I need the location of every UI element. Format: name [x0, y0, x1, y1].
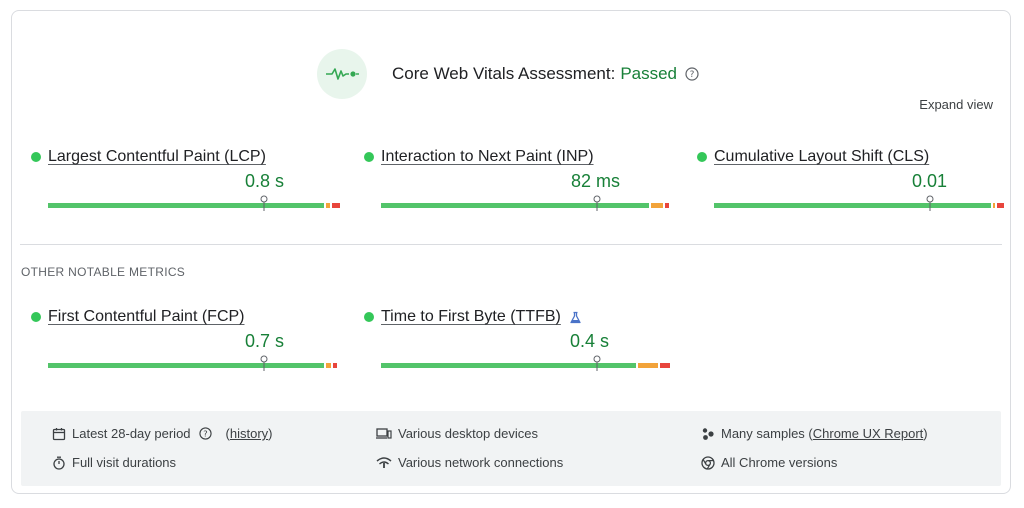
history-link[interactable]: history — [230, 426, 268, 441]
metric-value-ttfb: 0.4 s — [570, 331, 610, 351]
metric-ttfb: Time to First Byte (TTFB) 0.4 s — [364, 306, 674, 376]
bar-needs-improvement-segment — [651, 203, 663, 208]
good-status-dot — [364, 312, 374, 322]
other-metrics-heading: OTHER NOTABLE METRICS — [21, 265, 186, 279]
wifi-icon — [376, 456, 392, 468]
metric-inp: Interaction to Next Paint (INP) 82 ms — [364, 146, 674, 216]
metric-value-fcp: 0.7 s — [245, 331, 285, 351]
pulse-icon — [317, 49, 367, 99]
bar-poor-segment — [665, 203, 669, 208]
good-status-dot — [31, 312, 41, 322]
bar-needs-improvement-segment — [638, 363, 658, 368]
visit-duration: Full visit durations — [52, 455, 176, 470]
device-type: Various desktop devices — [376, 426, 538, 441]
bar-good-segment — [381, 203, 649, 208]
distribution-bar-cls — [714, 203, 1004, 208]
history-close-paren: ) — [268, 426, 273, 441]
desktop-devices-icon — [376, 427, 392, 439]
percentile-marker-icon — [593, 355, 601, 371]
metric-name-inp[interactable]: Interaction to Next Paint (INP) — [381, 148, 594, 166]
calendar-icon — [52, 427, 66, 440]
metric-name-ttfb[interactable]: Time to First Byte (TTFB) — [381, 308, 561, 326]
good-status-dot — [364, 152, 374, 162]
bar-good-segment — [48, 363, 324, 368]
bar-poor-segment — [332, 203, 340, 208]
distribution-bar-inp — [381, 203, 669, 208]
period-text: Latest 28-day period — [72, 426, 191, 441]
good-status-dot — [697, 152, 707, 162]
samples-icon — [702, 427, 714, 440]
stopwatch-icon — [53, 456, 65, 470]
bar-poor-segment — [333, 363, 337, 368]
metric-fcp: First Contentful Paint (FCP) 0.7 s — [31, 306, 341, 376]
network-type: Various network connections — [376, 455, 563, 470]
experimental-flask-icon — [569, 311, 582, 324]
data-source-info-panel: Latest 28-day period ? (history) Full vi… — [21, 411, 1001, 486]
assessment-title: Core Web Vitals Assessment: — [392, 64, 616, 83]
help-circle-icon[interactable]: ? — [198, 427, 212, 440]
chrome-icon — [701, 455, 715, 470]
expand-view-link[interactable]: Expand view — [919, 97, 993, 112]
sample-count: Many samples (Chrome UX Report) — [701, 426, 928, 441]
help-circle-icon[interactable]: ? — [685, 67, 699, 81]
good-status-dot — [31, 152, 41, 162]
metric-name-fcp[interactable]: First Contentful Paint (FCP) — [48, 308, 245, 326]
svg-text:?: ? — [203, 428, 207, 438]
bar-good-segment — [714, 203, 991, 208]
percentile-marker-icon — [260, 355, 268, 371]
assessment-status: Passed — [620, 64, 678, 83]
metric-lcp: Largest Contentful Paint (LCP) 0.8 s — [31, 146, 341, 216]
percentile-marker-icon — [926, 195, 934, 211]
percentile-marker-icon — [260, 195, 268, 211]
metric-value-lcp: 0.8 s — [245, 171, 285, 191]
cwv-card: Core Web Vitals Assessment: Passed ? Exp… — [11, 10, 1011, 494]
metric-cls: Cumulative Layout Shift (CLS) 0.01 — [697, 146, 1007, 216]
bar-poor-segment — [997, 203, 1004, 208]
chrome-ux-report-link[interactable]: Chrome UX Report — [813, 426, 924, 441]
chrome-versions: All Chrome versions — [701, 455, 837, 470]
chrome-text: All Chrome versions — [721, 455, 838, 470]
distribution-bar-ttfb — [381, 363, 670, 368]
assessment-header: Core Web Vitals Assessment: Passed ? — [317, 44, 699, 104]
distribution-bar-fcp — [48, 363, 337, 368]
samples-suffix: ) — [923, 426, 928, 441]
metric-value-inp: 82 ms — [571, 171, 621, 191]
metric-value-cls: 0.01 — [912, 171, 948, 191]
visit-text: Full visit durations — [72, 455, 177, 470]
samples-prefix: Many samples ( — [721, 426, 813, 441]
metric-name-cls[interactable]: Cumulative Layout Shift (CLS) — [714, 148, 929, 166]
collection-period: Latest 28-day period ? (history) — [52, 426, 273, 441]
network-text: Various network connections — [398, 455, 564, 470]
metric-name-lcp[interactable]: Largest Contentful Paint (LCP) — [48, 148, 266, 166]
percentile-marker-icon — [593, 195, 601, 211]
bar-good-segment — [48, 203, 324, 208]
distribution-bar-lcp — [48, 203, 340, 208]
bar-poor-segment — [660, 363, 670, 368]
devices-text: Various desktop devices — [398, 426, 538, 441]
section-divider — [20, 244, 1002, 245]
svg-text:?: ? — [690, 70, 695, 80]
